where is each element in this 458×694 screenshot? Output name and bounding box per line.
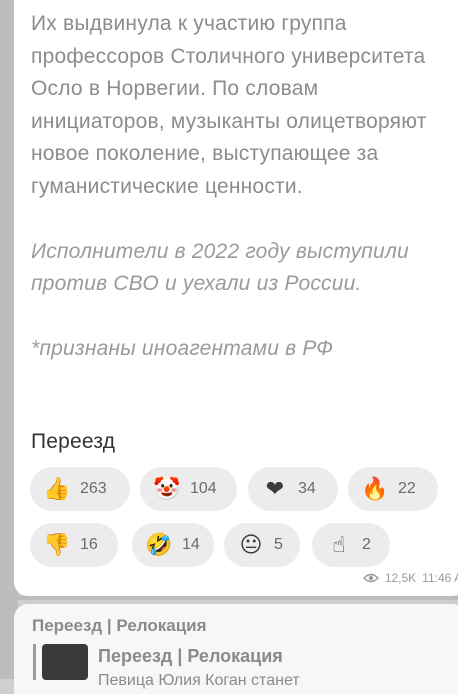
reaction-clown[interactable]: 🤡 104 bbox=[140, 467, 237, 511]
reaction-count: 263 bbox=[80, 480, 107, 497]
message-time: 11:46 A bbox=[422, 571, 458, 585]
channel-signature-link[interactable]: Переезд bbox=[31, 430, 115, 454]
reaction-count: 14 bbox=[182, 536, 200, 553]
reaction-thumbs-up[interactable]: 👍 263 bbox=[30, 467, 130, 511]
reply-thumbnail[interactable] bbox=[42, 644, 88, 680]
reaction-count: 5 bbox=[274, 536, 283, 553]
view-count: 12,5K bbox=[384, 571, 417, 585]
eye-icon bbox=[362, 573, 379, 583]
reaction-neutral-face[interactable]: 😐 5 bbox=[224, 523, 300, 567]
reaction-heart[interactable]: ❤ 34 bbox=[248, 467, 338, 511]
thumbs-down-icon: 👎 bbox=[43, 532, 71, 557]
reaction-pointing-hand[interactable]: ☝ 2 bbox=[312, 523, 390, 567]
message-footnote: *признаны иноагентами в РФ bbox=[31, 337, 334, 360]
message-meta: 12,5K 11:46 A bbox=[362, 571, 458, 585]
reaction-count: 34 bbox=[298, 480, 316, 497]
message-body: Их выдвинула к участию группа профессоро… bbox=[31, 8, 451, 366]
pointing-hand-icon: ☝ bbox=[332, 532, 346, 557]
reaction-count: 22 bbox=[398, 480, 416, 497]
reaction-count: 2 bbox=[362, 536, 371, 553]
message-paragraph: Их выдвинула к участию группа профессоро… bbox=[31, 12, 427, 198]
clown-icon: 🤡 bbox=[153, 476, 181, 501]
reply-author[interactable]: Переезд | Релокация bbox=[98, 646, 283, 667]
reaction-count: 104 bbox=[190, 480, 217, 497]
reaction-rofl[interactable]: 🤣 14 bbox=[132, 523, 214, 567]
message-divider bbox=[0, 596, 458, 600]
next-message-channel-name[interactable]: Переезд | Релокация bbox=[32, 616, 207, 636]
rofl-icon: 🤣 bbox=[145, 532, 173, 557]
reaction-thumbs-down[interactable]: 👎 16 bbox=[30, 523, 118, 567]
thumbs-up-icon: 👍 bbox=[43, 476, 71, 501]
reaction-count: 16 bbox=[80, 536, 98, 553]
fire-icon: 🔥 bbox=[361, 476, 389, 501]
reaction-fire[interactable]: 🔥 22 bbox=[348, 467, 438, 511]
message-paragraph: Исполнители в 2022 году выступили против… bbox=[31, 239, 409, 296]
reply-snippet[interactable]: Певица Юлия Коган станет bbox=[98, 672, 300, 690]
neutral-face-icon: 😐 bbox=[239, 532, 263, 557]
reply-quote-bar bbox=[33, 644, 36, 680]
heart-icon: ❤ bbox=[265, 476, 285, 501]
